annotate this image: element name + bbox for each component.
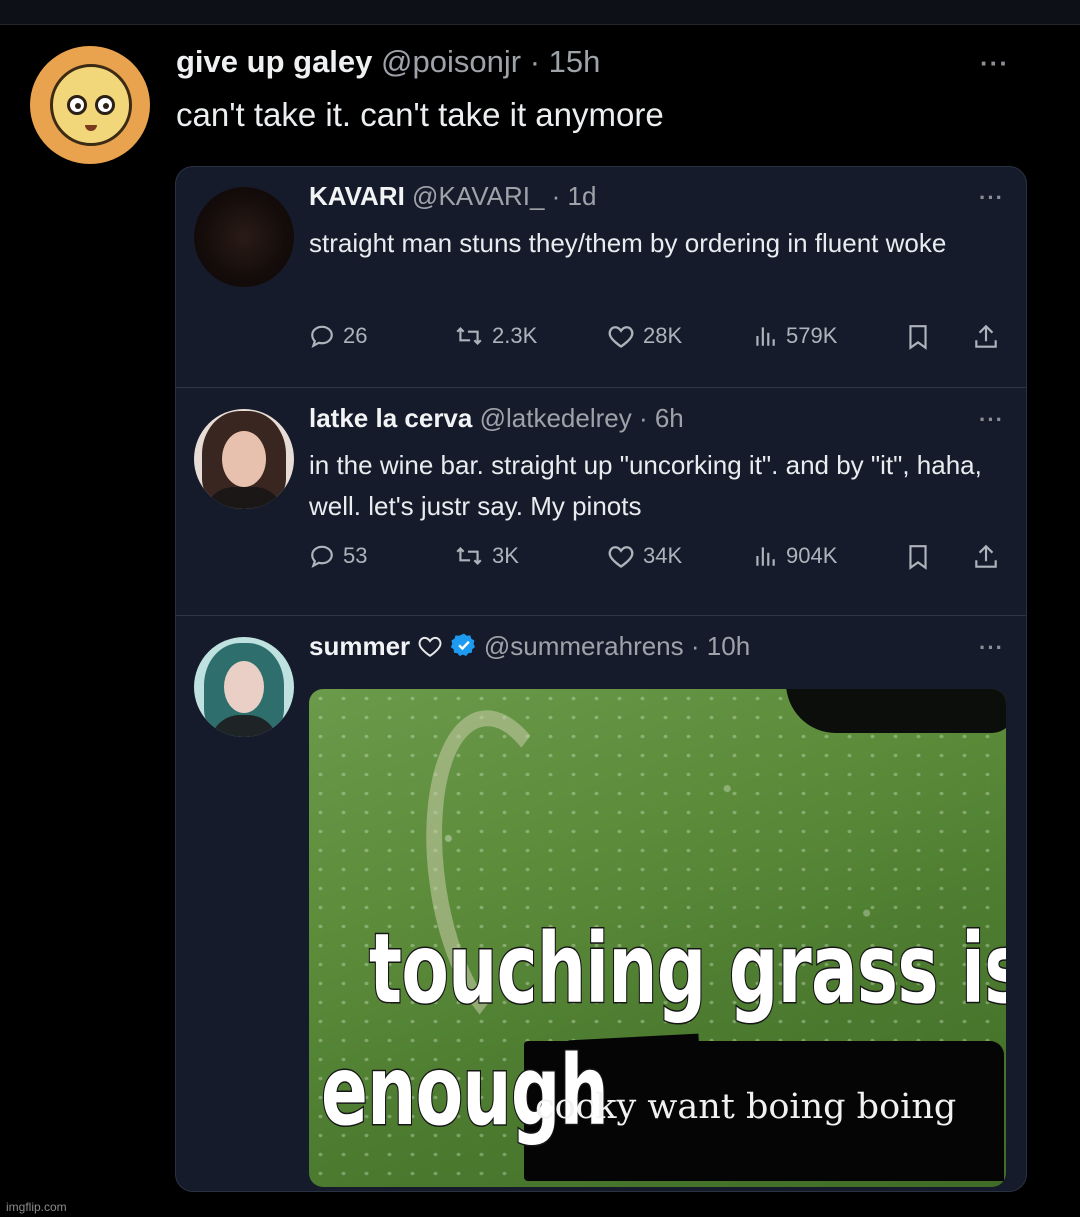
quoted-tweet-header: latke la cerva @latkedelrey · 6h bbox=[309, 403, 684, 434]
avatar[interactable] bbox=[194, 637, 294, 737]
avatar-face bbox=[50, 64, 132, 146]
more-icon[interactable]: ··· bbox=[979, 635, 1004, 661]
top-bar bbox=[0, 0, 1080, 25]
timestamp[interactable]: · 1d bbox=[552, 181, 597, 211]
meme-image[interactable]: touching grass is not enough cocky want … bbox=[309, 689, 1006, 1187]
more-icon[interactable]: ··· bbox=[979, 185, 1004, 211]
heart-emoji-icon bbox=[418, 636, 442, 657]
bookmark-icon bbox=[909, 325, 927, 350]
main-tweet-header: give up galey @poisonjr · 15h bbox=[176, 44, 600, 80]
reply-count: 53 bbox=[343, 543, 368, 568]
watermark: imgflip.com bbox=[6, 1200, 67, 1214]
reply-count: 26 bbox=[343, 323, 368, 348]
handle[interactable]: @summerahrens bbox=[484, 631, 684, 661]
quoted-tweet-header: summer @summerahrens · 10h bbox=[309, 631, 750, 662]
display-name[interactable]: KAVARI bbox=[309, 181, 405, 211]
avatar-eye bbox=[95, 95, 115, 115]
views-icon bbox=[756, 547, 775, 566]
display-name[interactable]: summer bbox=[309, 631, 410, 661]
avatar-mouth bbox=[85, 125, 97, 131]
action-bar: 53 3K 34K 904K bbox=[309, 539, 1009, 579]
tweet-text: straight man stuns they/them by ordering… bbox=[309, 228, 947, 258]
display-name[interactable]: give up galey bbox=[176, 44, 372, 79]
timestamp[interactable]: · 6h bbox=[639, 403, 684, 433]
quoted-tweet-header: KAVARI @KAVARI_ · 1d bbox=[309, 181, 596, 212]
handle[interactable]: @KAVARI_ bbox=[412, 181, 544, 211]
quoted-tweet[interactable]: summer @summerahrens · 10h ··· touching … bbox=[176, 617, 1026, 1191]
bookmark-icon bbox=[909, 545, 927, 570]
repost-button[interactable]: 2.3K bbox=[454, 323, 537, 349]
like-count: 28K bbox=[643, 323, 683, 348]
repost-button[interactable]: 3K bbox=[454, 543, 519, 569]
handle[interactable]: @poisonjr bbox=[381, 44, 521, 79]
like-button[interactable]: 28K bbox=[607, 323, 682, 349]
timestamp[interactable]: · 15h bbox=[530, 44, 601, 79]
share-button[interactable] bbox=[973, 323, 999, 351]
divider bbox=[176, 615, 1026, 616]
view-count: 904K bbox=[786, 543, 838, 568]
verified-icon[interactable] bbox=[450, 632, 477, 658]
share-icon bbox=[975, 544, 997, 568]
quoted-tweet[interactable]: latke la cerva @latkedelrey · 6h ··· in … bbox=[176, 389, 1026, 615]
views-button[interactable]: 904K bbox=[752, 543, 837, 569]
meme-shadow bbox=[786, 689, 1006, 733]
more-icon[interactable]: ··· bbox=[980, 48, 1009, 79]
repost-count: 2.3K bbox=[492, 323, 538, 348]
views-button[interactable]: 579K bbox=[752, 323, 837, 349]
like-icon bbox=[608, 546, 634, 568]
timestamp[interactable]: · 10h bbox=[691, 631, 750, 661]
reply-button[interactable]: 26 bbox=[309, 323, 367, 349]
repost-icon bbox=[456, 326, 482, 346]
tweet-text: in the wine bar. straight up "uncorking … bbox=[309, 450, 982, 521]
repost-icon bbox=[456, 546, 482, 566]
action-bar: 26 2.3K 28K 579K bbox=[309, 319, 1009, 359]
handle[interactable]: @latkedelrey bbox=[480, 403, 632, 433]
tweet-text: can't take it. can't take it anymore bbox=[176, 96, 664, 133]
avatar[interactable] bbox=[30, 46, 150, 164]
bookmark-button[interactable] bbox=[905, 543, 931, 571]
like-button[interactable]: 34K bbox=[607, 543, 682, 569]
share-icon bbox=[975, 324, 997, 348]
like-icon bbox=[608, 326, 634, 348]
bookmark-button[interactable] bbox=[905, 323, 931, 351]
views-icon bbox=[756, 327, 775, 346]
meme-overlay-text: cocky want boing boing bbox=[535, 1087, 957, 1127]
quoted-thread-card[interactable]: KAVARI @KAVARI_ · 1d ··· straight man st… bbox=[175, 166, 1027, 1192]
repost-count: 3K bbox=[492, 543, 519, 568]
avatar-eye bbox=[67, 95, 87, 115]
share-button[interactable] bbox=[973, 543, 999, 571]
like-count: 34K bbox=[643, 543, 683, 568]
meme-caption-line1: touching grass is not bbox=[368, 912, 1006, 1027]
reply-icon bbox=[311, 325, 333, 348]
view-count: 579K bbox=[786, 323, 838, 348]
avatar[interactable] bbox=[194, 187, 294, 287]
quoted-tweet[interactable]: KAVARI @KAVARI_ · 1d ··· straight man st… bbox=[176, 167, 1026, 387]
more-icon[interactable]: ··· bbox=[979, 407, 1004, 433]
avatar[interactable] bbox=[194, 409, 294, 509]
reply-icon bbox=[311, 545, 333, 568]
reply-button[interactable]: 53 bbox=[309, 543, 367, 569]
divider bbox=[176, 387, 1026, 388]
display-name[interactable]: latke la cerva bbox=[309, 403, 472, 433]
